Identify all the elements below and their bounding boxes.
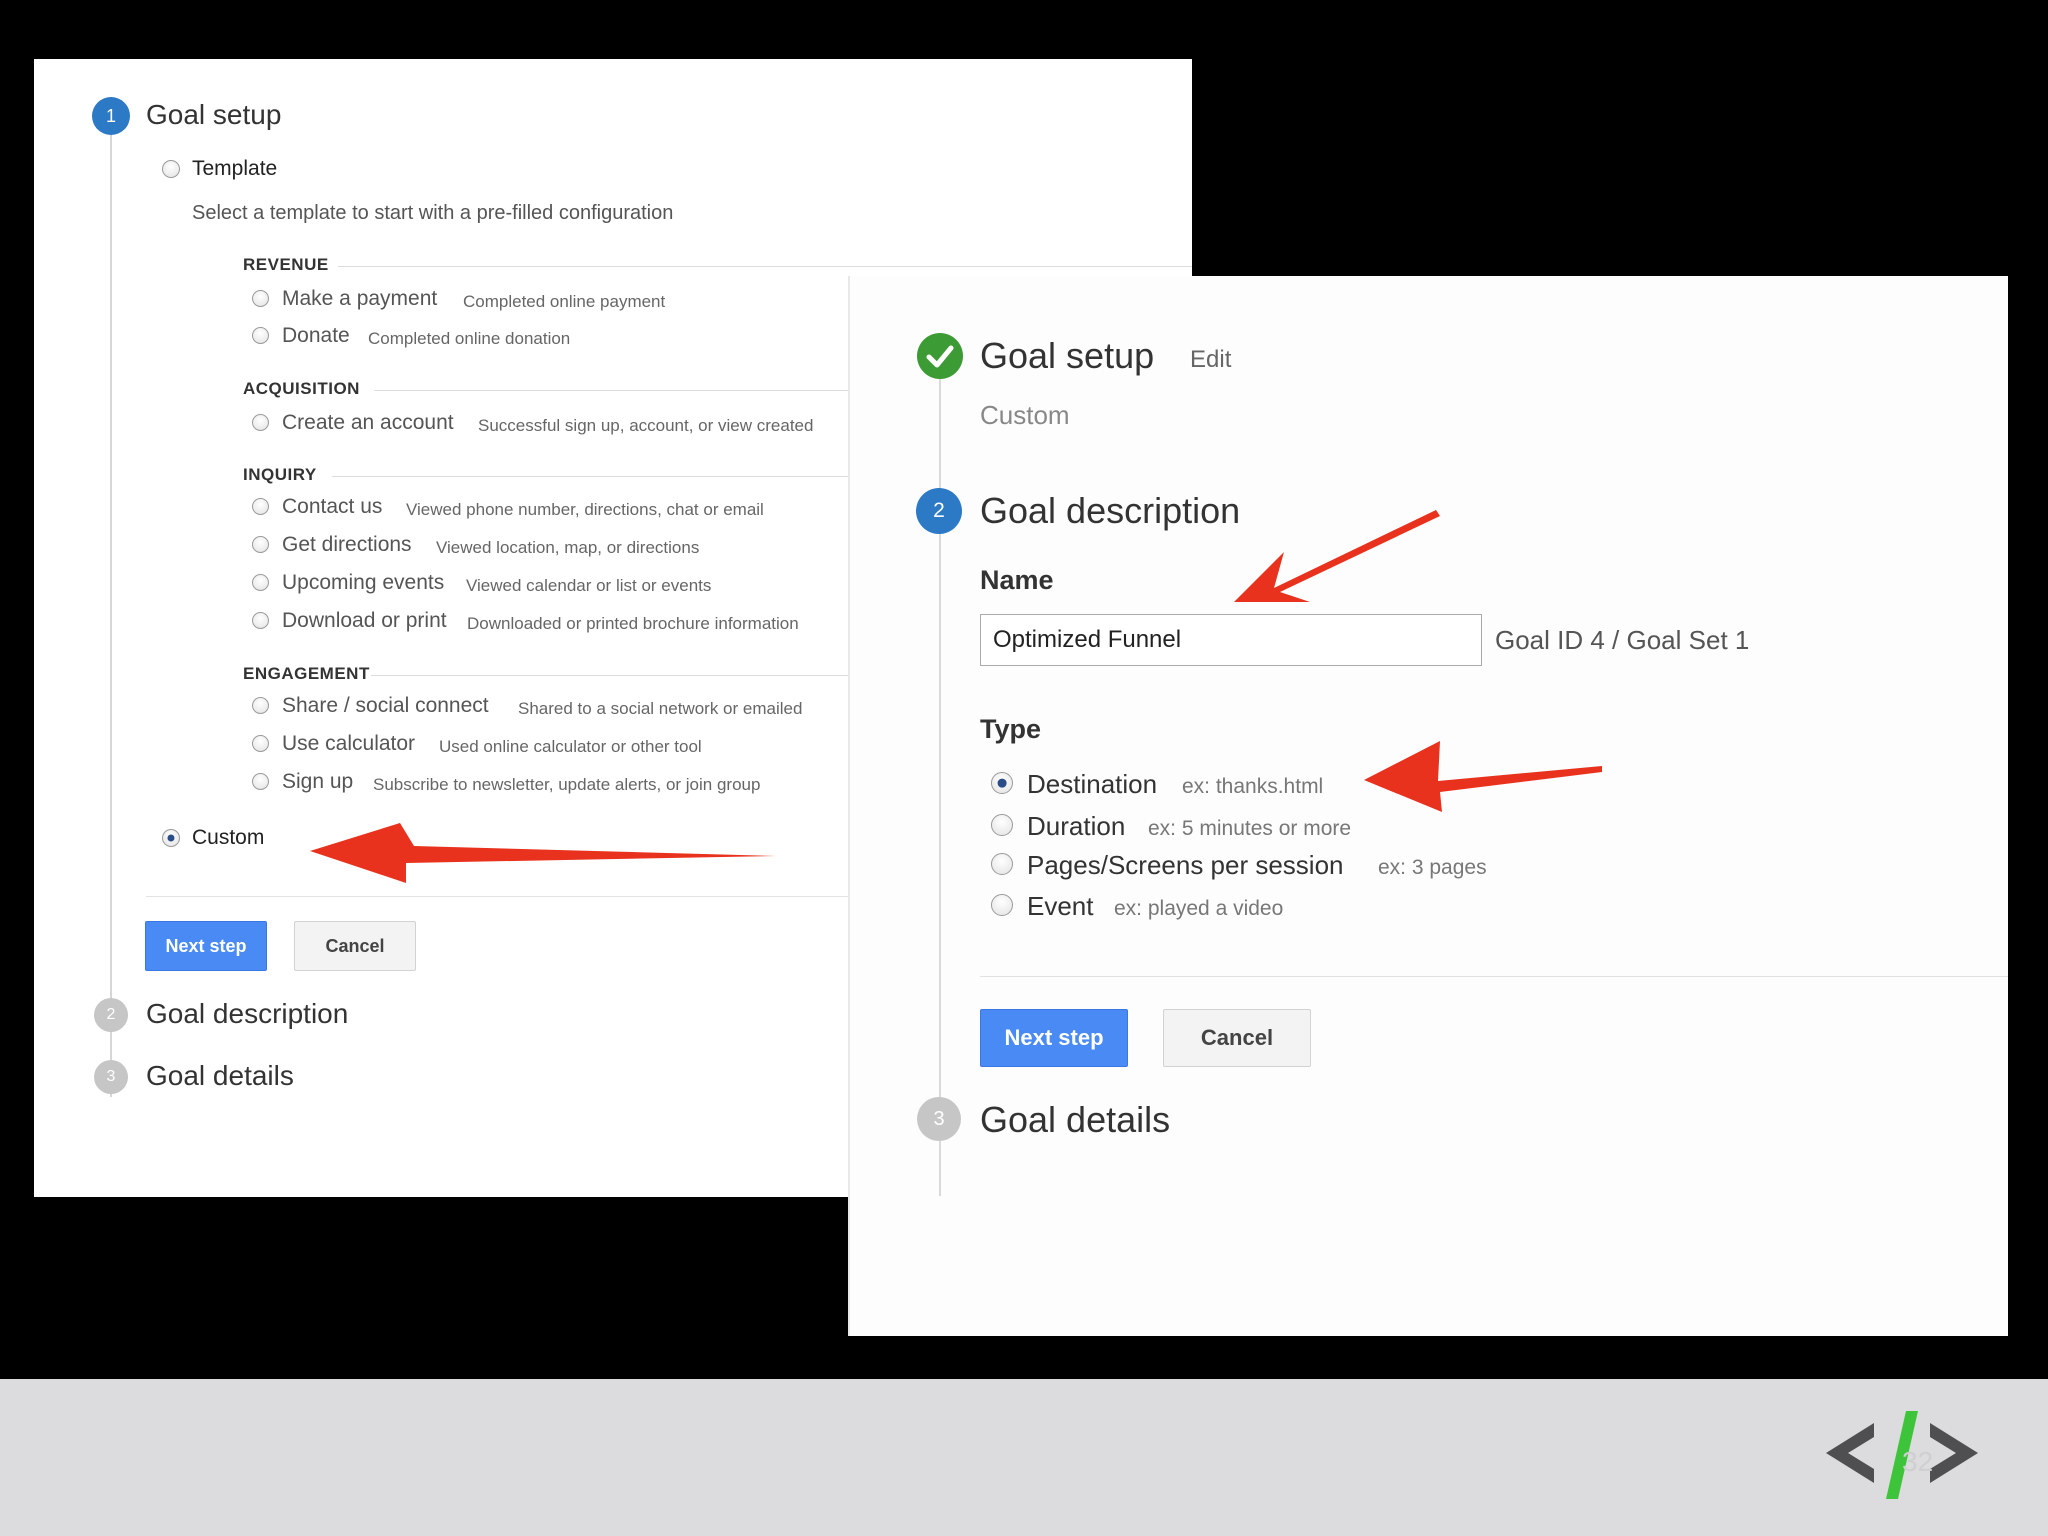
goal-setup-panel-step2: Goal setup Edit Custom 2 Goal descriptio… <box>848 276 2008 1336</box>
annotation-arrows-right <box>1234 510 1602 812</box>
slide-footer <box>0 1379 2048 1536</box>
slide-number: 32 <box>1902 1446 1934 1477</box>
